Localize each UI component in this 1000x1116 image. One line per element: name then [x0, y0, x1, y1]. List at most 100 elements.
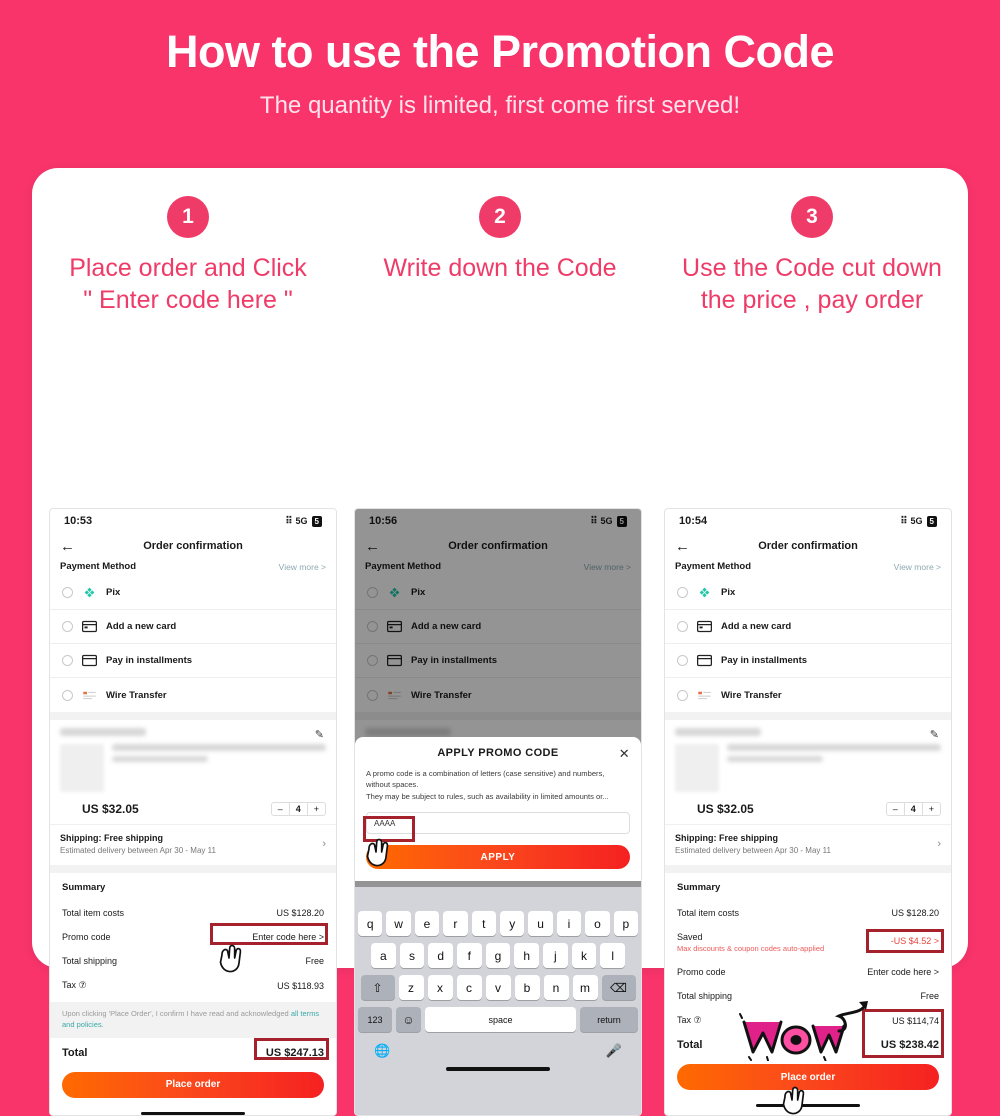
payment-option-wire-transfer[interactable]: Wire Transfer: [665, 678, 951, 712]
radio-button[interactable]: [677, 587, 688, 598]
return-key[interactable]: return: [580, 1007, 638, 1032]
key-q[interactable]: q: [357, 911, 383, 936]
summary-row-promo-code[interactable]: Promo code Enter code here >: [62, 925, 324, 949]
key-o[interactable]: o: [585, 911, 610, 936]
hero-header: How to use the Promotion Code The quanti…: [0, 0, 1000, 120]
key-b[interactable]: b: [514, 975, 540, 1000]
key-n[interactable]: n: [543, 975, 569, 1000]
numbers-key[interactable]: 123: [358, 1007, 392, 1032]
space-key[interactable]: space: [425, 1007, 576, 1032]
quantity-stepper[interactable]: – 4 +: [270, 802, 326, 816]
view-more-link[interactable]: View more >: [279, 562, 326, 572]
key-i[interactable]: i: [556, 911, 582, 936]
backspace-icon[interactable]: ⌫: [601, 975, 636, 1000]
key-f[interactable]: f: [457, 943, 482, 968]
microphone-icon[interactable]: 🎤: [606, 1043, 622, 1059]
key-y[interactable]: y: [500, 911, 525, 936]
radio-button[interactable]: [677, 621, 688, 632]
quantity-stepper[interactable]: – 4 +: [885, 802, 941, 816]
key-x[interactable]: x: [427, 975, 453, 1000]
store-name-redacted: [675, 728, 761, 736]
radio-button[interactable]: [62, 689, 73, 701]
enter-code-here-link[interactable]: Enter code here >: [252, 932, 324, 942]
payment-option-pix[interactable]: Pix: [665, 576, 951, 610]
saved-subtitle: Max discounts & coupon codes auto-applie…: [677, 944, 825, 953]
key-d[interactable]: d: [428, 943, 453, 968]
key-s[interactable]: s: [399, 943, 425, 968]
emoji-icon[interactable]: ☺: [396, 1007, 421, 1032]
key-l[interactable]: l: [600, 943, 626, 968]
key-w[interactable]: w: [386, 911, 411, 936]
key-u[interactable]: u: [528, 911, 553, 936]
enter-code-here-link[interactable]: Enter code here >: [867, 967, 939, 977]
key-v[interactable]: v: [485, 975, 511, 1000]
key-r[interactable]: r: [443, 911, 468, 936]
section-divider: [665, 712, 951, 720]
payment-option-wire-transfer[interactable]: Wire Transfer: [50, 678, 336, 712]
key-h[interactable]: h: [514, 943, 540, 968]
modal-title-row: APPLY PROMO CODE ✕: [366, 746, 630, 762]
radio-button[interactable]: [62, 655, 73, 666]
key-k[interactable]: k: [571, 943, 597, 968]
payment-option-add-card[interactable]: Add a new card: [665, 610, 951, 644]
shipping-title: Shipping: Free shipping: [675, 833, 778, 843]
nav-title: Order confirmation: [758, 540, 858, 552]
payment-option-installments[interactable]: Pay in installments: [50, 644, 336, 678]
key-e[interactable]: e: [414, 911, 440, 936]
steps-row: 1 Place order and Click " Enter code her…: [32, 168, 968, 316]
summary-row: Total item costs US $128.20: [62, 901, 324, 925]
nav-bar: ← Order confirmation: [50, 533, 336, 559]
key-j[interactable]: j: [543, 943, 568, 968]
phone-screenshot-step2: 10:56 ⠿ 5G 5 ← Order confirmation Paymen…: [354, 508, 642, 1116]
key-z[interactable]: z: [398, 975, 424, 1000]
summary-value: Free: [305, 956, 324, 966]
step-3: 3 Use the Code cut down the price , pay …: [656, 168, 968, 316]
on-screen-keyboard[interactable]: q w e r t y u i o p a s d f g h j k l ⇧ …: [355, 887, 641, 1115]
summary-row-saved[interactable]: Saved Max discounts & coupon codes auto-…: [677, 925, 939, 960]
promo-code-input[interactable]: AAAA: [366, 812, 630, 835]
payment-option-add-card[interactable]: Add a new card: [50, 610, 336, 644]
key-a[interactable]: a: [370, 943, 396, 968]
key-m[interactable]: m: [572, 975, 598, 1000]
summary-row: Total shipping Free: [62, 949, 324, 973]
radio-button[interactable]: [677, 655, 688, 666]
payment-option-pix[interactable]: Pix: [50, 576, 336, 610]
keyboard-row-4: 123 ☺ space return: [358, 1007, 638, 1032]
key-g[interactable]: g: [485, 943, 511, 968]
close-icon[interactable]: ✕: [619, 746, 630, 762]
view-more-link[interactable]: View more >: [894, 562, 941, 572]
apply-button[interactable]: APPLY: [366, 845, 630, 870]
product-card: ✎ US $32.05 – 4 +: [665, 720, 951, 824]
quantity-decrease-button[interactable]: –: [887, 803, 904, 815]
payment-option-installments[interactable]: Pay in installments: [665, 644, 951, 678]
quantity-decrease-button[interactable]: –: [272, 803, 289, 815]
pix-icon: [84, 587, 95, 598]
radio-button[interactable]: [62, 587, 73, 598]
place-order-button[interactable]: Place order: [62, 1071, 324, 1098]
pencil-icon[interactable]: ✎: [930, 728, 939, 741]
radio-button[interactable]: [62, 621, 73, 632]
key-t[interactable]: t: [471, 911, 496, 936]
section-divider: [50, 865, 336, 873]
key-p[interactable]: p: [613, 911, 639, 936]
terms-text: Upon clicking 'Place Order', I confirm I…: [62, 1009, 291, 1018]
shift-icon[interactable]: ⇧: [360, 975, 395, 1000]
promo-code-value: AAAA: [374, 818, 396, 828]
shipping-row[interactable]: Shipping: Free shipping Estimated delive…: [50, 824, 336, 865]
payment-method-label: Payment Method: [675, 561, 752, 572]
phone-screenshot-step1: 10:53 ⠿ 5G 5 ← Order confirmation Paymen…: [49, 508, 337, 1116]
shipping-row[interactable]: Shipping: Free shipping Estimated delive…: [665, 824, 951, 865]
radio-button[interactable]: [677, 689, 688, 701]
chevron-right-icon: ›: [937, 838, 941, 850]
saved-amount-link[interactable]: -US $4.52 >: [891, 936, 939, 946]
payment-method-label: Payment Method: [60, 561, 137, 572]
payment-method-list: Pix Add a new card Pay in installments W…: [50, 576, 336, 712]
summary-row-promo-code[interactable]: Promo code Enter code here >: [677, 960, 939, 984]
keyboard-row-3: ⇧ z x c v b n m ⌫: [358, 975, 638, 1000]
quantity-increase-button[interactable]: +: [923, 803, 940, 815]
globe-icon[interactable]: 🌐: [374, 1043, 390, 1059]
quantity-increase-button[interactable]: +: [308, 803, 325, 815]
pencil-icon[interactable]: ✎: [315, 728, 324, 741]
battery-icon: 5: [926, 515, 937, 527]
key-c[interactable]: c: [456, 975, 482, 1000]
